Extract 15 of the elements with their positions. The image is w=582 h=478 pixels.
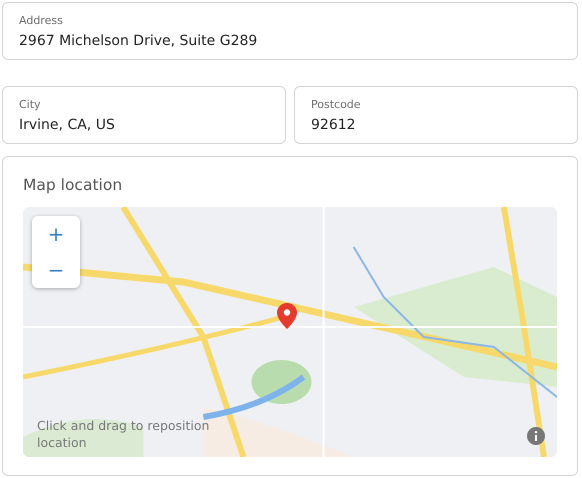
text-field[interactable]: Postcode 92612 [294,86,578,144]
text-field[interactable]: Address 2967 Michelson Drive, Suite G289 [2,2,578,60]
text-field[interactable]: City Irvine, CA, US [2,86,286,144]
map-pin-icon[interactable] [277,303,297,330]
info-icon[interactable] [527,427,545,446]
input-field[interactable]: Irvine, CA, US [19,114,269,136]
field-label: Postcode [311,98,362,112]
zoom-out-button[interactable]: − [32,252,80,288]
zoom-in-button[interactable]: + [32,216,80,252]
input-field[interactable]: 2967 Michelson Drive, Suite G289 [19,30,561,52]
input-field[interactable]: 92612 [311,114,561,136]
map-hint: Click and drag to reposition location [37,417,210,452]
field-label: City [19,98,42,112]
card-title: Map location [23,175,122,196]
field-label: Address [19,14,64,28]
